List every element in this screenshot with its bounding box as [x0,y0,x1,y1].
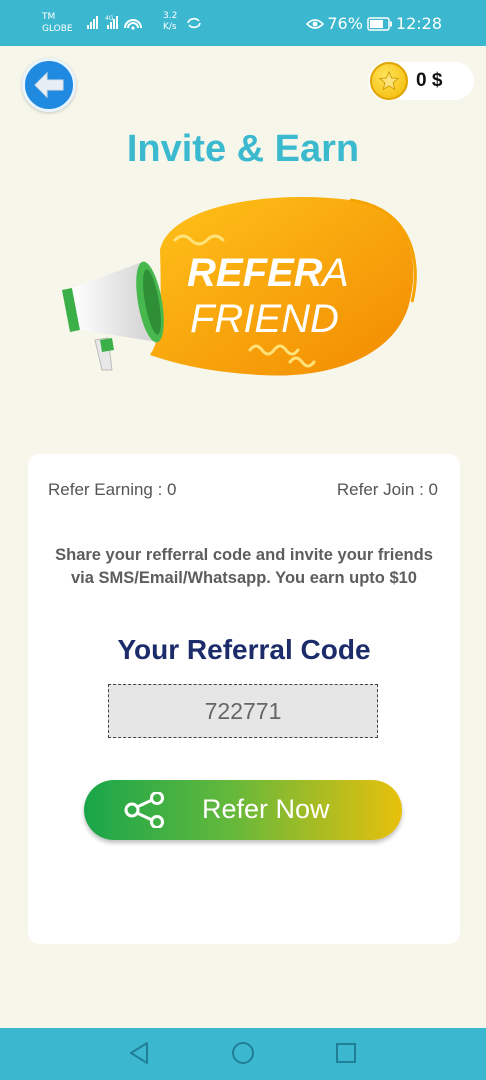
referral-code-box[interactable]: 722771 [108,684,378,738]
back-triangle-icon[interactable] [128,1040,150,1066]
clock: 12:28 [395,14,442,33]
hero-line2: FRIEND [190,297,339,341]
back-button[interactable] [22,58,76,112]
refer-join: Refer Join : 0 [336,480,438,499]
system-nav-bar [0,1028,486,1080]
arrow-left-icon [34,71,64,99]
battery-percent: 76% [327,14,363,33]
hero-line1-bold: REFER [187,251,323,295]
carrier-label: TM GLOBE [42,11,73,35]
refer-now-button[interactable]: Refer Now [84,780,402,840]
coin-balance-text: 0 $ [416,70,443,91]
refer-earning: Refer Earning : 0 [48,480,177,499]
star-coin-icon [370,62,408,100]
network-speed: 3.2 K/s [163,11,177,33]
share-icon [124,792,164,828]
sync-icon [187,17,201,29]
status-right: 76% 12:28 [306,14,442,33]
referral-card: Refer Earning : 0 Refer Join : 0 Share y… [28,454,460,944]
eye-icon [306,18,325,29]
recents-square-icon[interactable] [334,1040,358,1066]
page-title: Invite & Earn [126,128,360,170]
signal-icon: 4G [87,15,142,30]
carrier-line1: TM [42,12,56,22]
coin-balance[interactable]: 0 $ [368,62,474,100]
network-speed-unit: K/s [163,22,177,32]
referral-description: Share your refferral code and invite you… [55,546,433,587]
referral-code-heading: Your Referral Code [117,634,371,665]
carrier-line2: GLOBE [42,24,73,34]
home-circle-icon[interactable] [230,1040,256,1066]
refer-now-label: Refer Now [202,794,330,824]
hero-line1-light: A [320,251,349,295]
network-speed-value: 3.2 [163,11,178,21]
refer-a-friend-banner: REFER A FRIEND [62,197,417,376]
star-icon [378,70,400,91]
battery-icon [367,16,392,31]
status-bar: TM GLOBE 4G 3.2 K/s 76% 12:28 [0,0,486,46]
svg-text:4G: 4G [105,15,114,22]
